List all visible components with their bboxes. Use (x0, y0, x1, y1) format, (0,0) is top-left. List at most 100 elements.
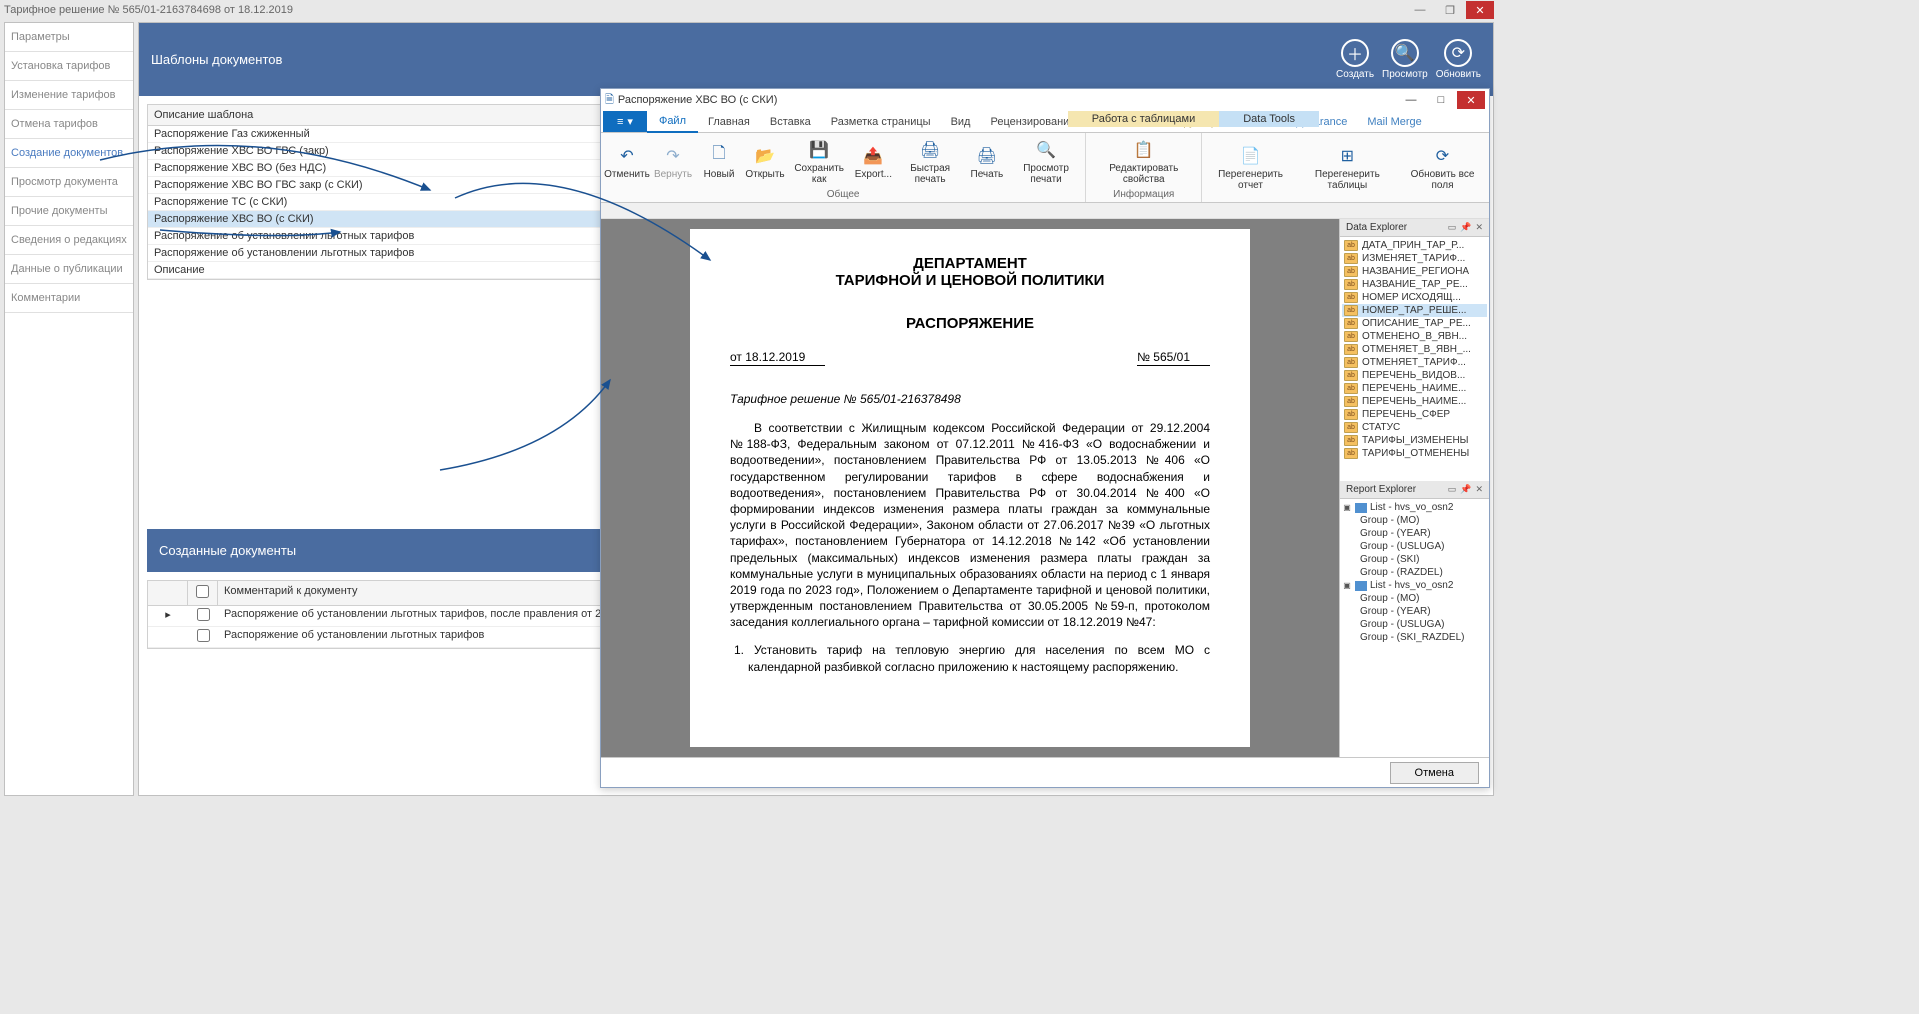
report-group-node[interactable]: Group - (USLUGA) (1342, 540, 1487, 553)
tab-file[interactable]: Файл (647, 111, 698, 133)
report-group-node[interactable]: Group - (MO) (1342, 592, 1487, 605)
data-explorer-item[interactable]: abНОМЕР_ТАР_РЕШЕ... (1342, 304, 1487, 317)
doc-maximize-button[interactable]: □ (1427, 91, 1455, 109)
new-button[interactable]: 🗋Новый (697, 135, 741, 188)
undo-button[interactable]: ↶Отменить (605, 135, 649, 188)
regenreport-button[interactable]: 📄Перегенерить отчет (1206, 135, 1294, 199)
tab-insert[interactable]: Вставка (760, 112, 821, 132)
close-button[interactable]: ✕ (1466, 1, 1494, 19)
data-explorer-item[interactable]: abОПИСАНИЕ_ТАР_РЕ... (1342, 317, 1487, 330)
cancel-button[interactable]: Отмена (1390, 762, 1479, 784)
print-button[interactable]: 🖨Печать (965, 135, 1009, 188)
nav-cancel-tariffs[interactable]: Отмена тарифов (5, 110, 133, 139)
data-explorer-item[interactable]: abТАРИФЫ_ОТМЕНЕНЫ (1342, 447, 1487, 460)
refreshall-button[interactable]: ⟳Обновить все поля (1400, 135, 1485, 199)
preview-button[interactable]: 🔍 Просмотр (1382, 39, 1428, 80)
data-explorer-item[interactable]: abОТМЕНЯЕТ_ТАРИФ... (1342, 356, 1487, 369)
report-group-node[interactable]: Group - (SKI_RAZDEL) (1342, 631, 1487, 644)
report-explorer-tree[interactable]: ▣List - hvs_vo_osn2Group - (MO)Group - (… (1340, 499, 1489, 757)
export-button[interactable]: 📤Export... (851, 135, 895, 188)
data-explorer-item[interactable]: abПЕРЕЧЕНЬ_НАИМЕ... (1342, 395, 1487, 408)
data-explorer-item[interactable]: abДАТА_ПРИН_ТАР_Р... (1342, 239, 1487, 252)
field-icon: ab (1344, 344, 1358, 355)
nav-other-docs[interactable]: Прочие документы (5, 197, 133, 226)
field-icon: ab (1344, 448, 1358, 459)
minimize-button[interactable]: — (1406, 1, 1434, 19)
row-checkbox[interactable] (197, 629, 210, 642)
redo-button[interactable]: ↷Вернуть (651, 135, 695, 188)
editprops-button[interactable]: 📋Редактировать свойства (1090, 135, 1197, 188)
context-tables: Работа с таблицами (1068, 111, 1219, 127)
doc-type: РАСПОРЯЖЕНИЕ (730, 315, 1210, 332)
report-group-node[interactable]: Group - (YEAR) (1342, 527, 1487, 540)
panel-close-icon[interactable]: ✕ (1475, 484, 1483, 495)
nav-install-tariffs[interactable]: Установка тарифов (5, 52, 133, 81)
doc-list-item: 1. Установить тариф на тепловую энергию … (730, 642, 1210, 674)
tree-collapse-icon[interactable]: ▣ (1342, 503, 1352, 512)
regenreport-icon: 📄 (1239, 144, 1263, 168)
maximize-button[interactable]: ❐ (1436, 1, 1464, 19)
doc-close-button[interactable]: ✕ (1457, 91, 1485, 109)
export-icon: 📤 (861, 144, 885, 168)
regentables-button[interactable]: ⊞Перегенерить таблицы (1297, 135, 1398, 199)
data-explorer-item[interactable]: abОТМЕНЕНО_В_ЯВН... (1342, 330, 1487, 343)
nav-view-doc[interactable]: Просмотр документа (5, 168, 133, 197)
data-explorer-item[interactable]: abИЗМЕНЯЕТ_ТАРИФ... (1342, 252, 1487, 265)
nav-create-docs[interactable]: Создание документов (5, 139, 133, 168)
report-group-node[interactable]: Group - (MO) (1342, 514, 1487, 527)
data-explorer-item[interactable]: abНАЗВАНИЕ_ТАР_РЕ... (1342, 278, 1487, 291)
panel-float-icon[interactable]: ▭ (1448, 222, 1457, 233)
refresh-button[interactable]: ⟳ Обновить (1436, 39, 1481, 80)
tab-mailmerge[interactable]: Mail Merge (1357, 112, 1431, 132)
printpreview-button[interactable]: 🔍Просмотр печати (1011, 135, 1081, 188)
col-marker (148, 581, 188, 605)
data-explorer-item[interactable]: abСТАТУС (1342, 421, 1487, 434)
doc-titlebar: 🗎 Распоряжение ХВС ВО (с СКИ) — □ ✕ (601, 89, 1489, 111)
tree-collapse-icon[interactable]: ▣ (1342, 581, 1352, 590)
panel-float-icon[interactable]: ▭ (1448, 484, 1457, 495)
data-explorer-item[interactable]: abПЕРЕЧЕНЬ_ВИДОВ... (1342, 369, 1487, 382)
panel-close-icon[interactable]: ✕ (1475, 222, 1483, 233)
print-icon: 🖨 (975, 144, 999, 168)
nav-params[interactable]: Параметры (5, 23, 133, 52)
window-title: Тарифное решение № 565/01-2163784698 от … (4, 4, 1406, 16)
file-menu-icon[interactable]: ≡▾ (603, 111, 647, 132)
data-explorer-list[interactable]: abДАТА_ПРИН_ТАР_Р...abИЗМЕНЯЕТ_ТАРИФ...a… (1340, 237, 1489, 481)
data-explorer-item[interactable]: abПЕРЕЧЕНЬ_СФЕР (1342, 408, 1487, 421)
field-icon: ab (1344, 266, 1358, 277)
properties-icon: 📋 (1132, 138, 1156, 162)
doc-org-line1: ДЕПАРТАМЕНТ (730, 255, 1210, 272)
data-explorer-item[interactable]: abНОМЕР ИСХОДЯЩ... (1342, 291, 1487, 304)
data-explorer-item[interactable]: abНАЗВАНИЕ_РЕГИОНА (1342, 265, 1487, 278)
data-explorer-item[interactable]: abПЕРЕЧЕНЬ_НАИМЕ... (1342, 382, 1487, 395)
data-explorer-header: Data Explorer ▭📌✕ (1340, 219, 1489, 237)
folder-open-icon: 📂 (753, 144, 777, 168)
tab-view[interactable]: Вид (941, 112, 981, 132)
report-group-node[interactable]: Group - (SKI) (1342, 553, 1487, 566)
open-button[interactable]: 📂Открыть (743, 135, 787, 188)
panel-pin-icon[interactable]: 📌 (1460, 484, 1471, 495)
document-canvas[interactable]: ДЕПАРТАМЕНТ ТАРИФНОЙ И ЦЕНОВОЙ ПОЛИТИКИ … (601, 219, 1339, 757)
report-group-node[interactable]: Group - (RAZDEL) (1342, 566, 1487, 579)
row-checkbox[interactable] (197, 608, 210, 621)
check-all[interactable] (196, 585, 209, 598)
report-group-node[interactable]: Group - (USLUGA) (1342, 618, 1487, 631)
printpreview-icon: 🔍 (1034, 138, 1058, 162)
nav-change-tariffs[interactable]: Изменение тарифов (5, 81, 133, 110)
quickprint-button[interactable]: 🖨Быстрая печать (897, 135, 963, 188)
nav-revisions[interactable]: Сведения о редакциях (5, 226, 133, 255)
field-icon: ab (1344, 331, 1358, 342)
data-explorer-item[interactable]: abОТМЕНЯЕТ_В_ЯВН_... (1342, 343, 1487, 356)
tab-layout[interactable]: Разметка страницы (821, 112, 941, 132)
saveas-button[interactable]: 💾Сохранить как (789, 135, 849, 188)
report-list-node[interactable]: ▣List - hvs_vo_osn2 (1342, 501, 1487, 514)
report-list-node[interactable]: ▣List - hvs_vo_osn2 (1342, 579, 1487, 592)
panel-pin-icon[interactable]: 📌 (1460, 222, 1471, 233)
tab-home[interactable]: Главная (698, 112, 760, 132)
doc-minimize-button[interactable]: — (1397, 91, 1425, 109)
data-explorer-item[interactable]: abТАРИФЫ_ИЗМЕНЕНЫ (1342, 434, 1487, 447)
report-group-node[interactable]: Group - (YEAR) (1342, 605, 1487, 618)
nav-comments[interactable]: Комментарии (5, 284, 133, 313)
nav-publication[interactable]: Данные о публикации (5, 255, 133, 284)
create-button[interactable]: ＋ Создать (1336, 39, 1374, 80)
